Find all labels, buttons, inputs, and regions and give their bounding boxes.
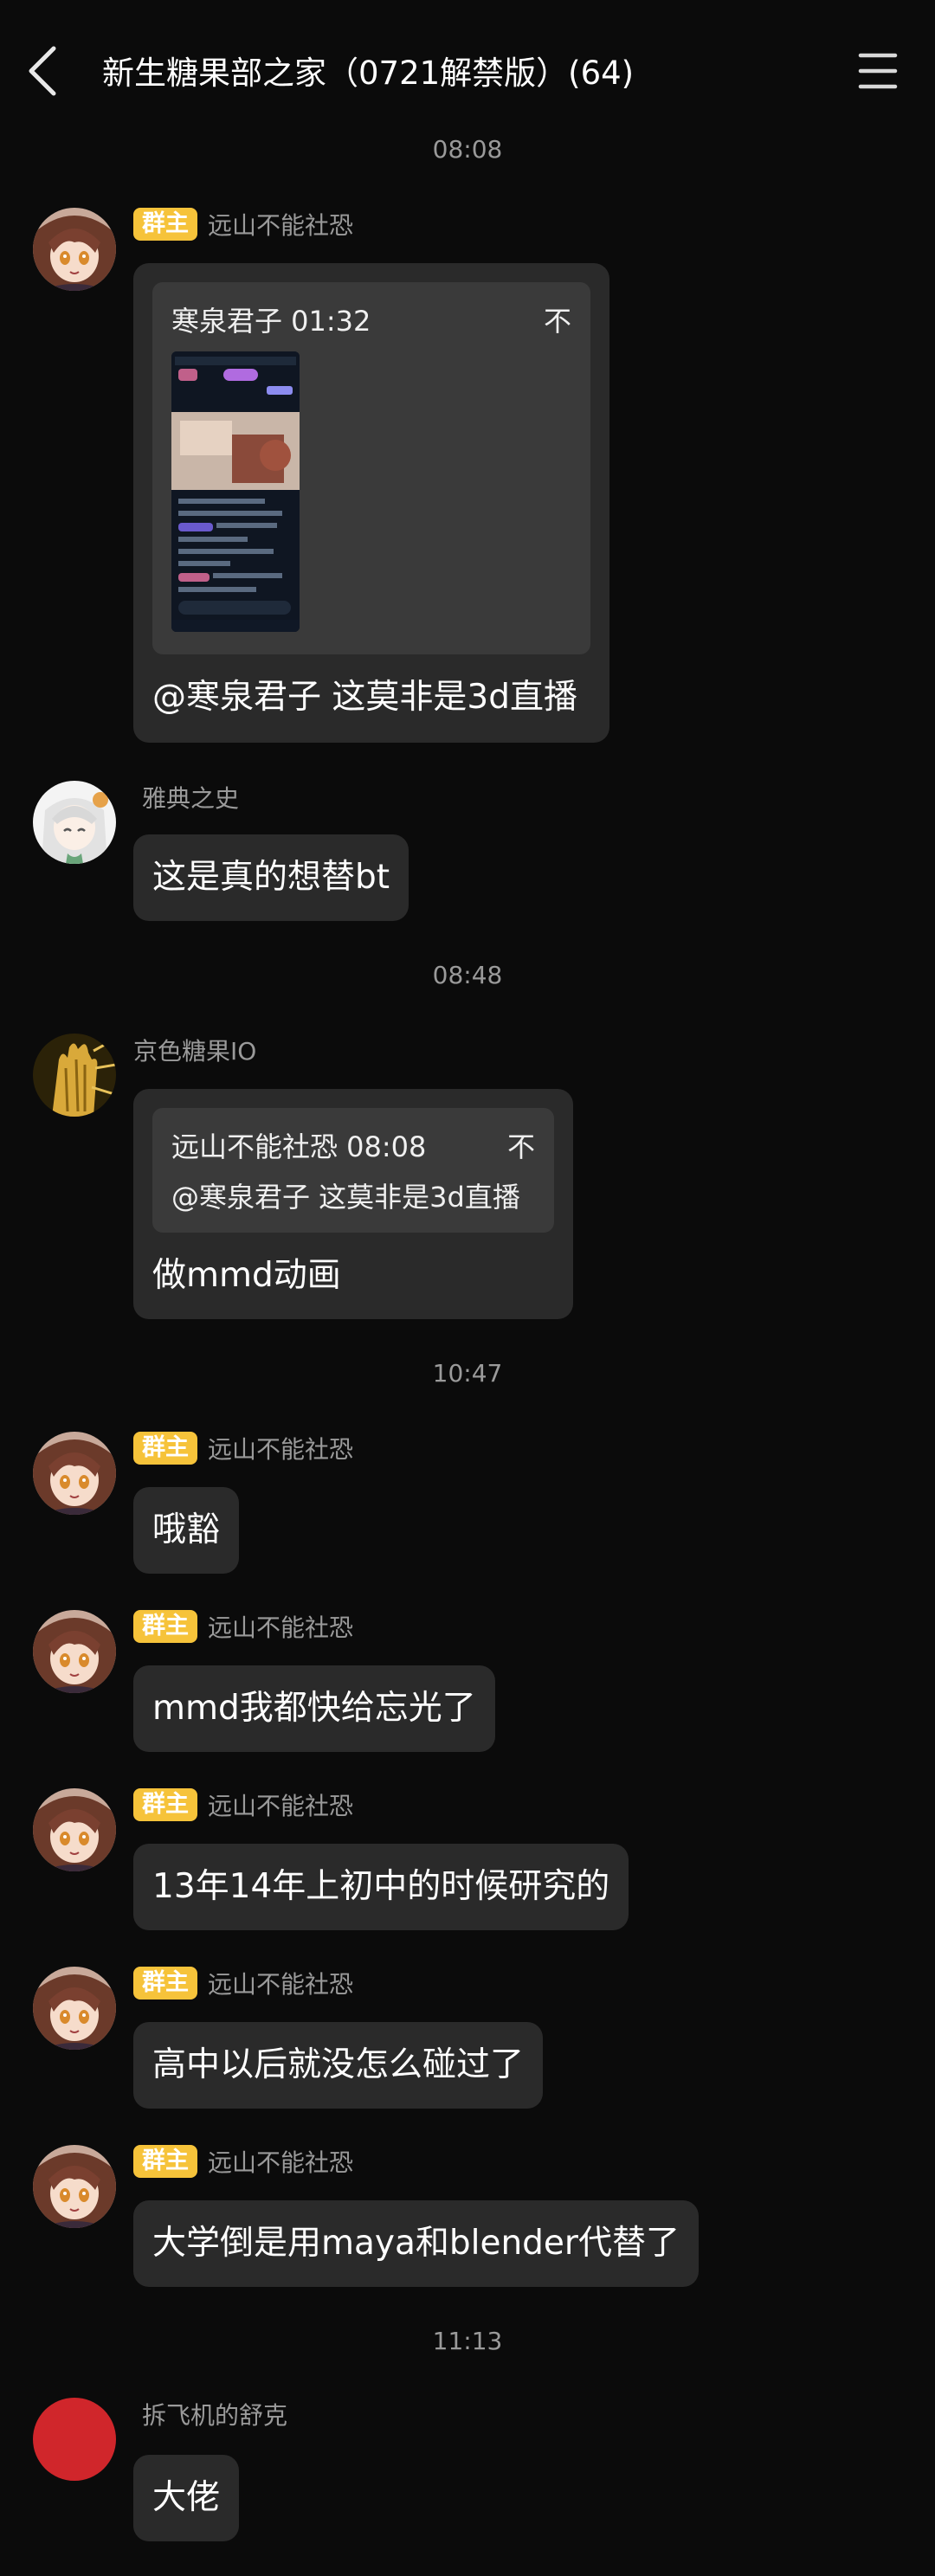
message-bubble[interactable]: 13年14年上初中的时候研究的 [133,1844,629,1930]
message-item: 群主 远山不能社恐 高中以后就没怎么碰过了 [0,1967,935,2110]
message-bubble[interactable]: mmd我都快给忘光了 [133,1665,495,1752]
sender-name[interactable]: 雅典之史 [142,780,239,815]
message-text: 大佬 [152,2478,221,2517]
sender-line: 群主 远山不能社恐 [133,208,353,241]
avatar[interactable] [33,1967,116,2050]
sender-line: 群主 远山不能社恐 [133,1610,353,1643]
message-bubble[interactable]: 哦豁 [133,1487,240,1574]
quote-header: 寒泉君子 01:32 [171,305,371,338]
sender-name[interactable]: 远山不能社恐 [208,1787,353,1822]
owner-badge: 群主 [133,1967,197,2000]
message-text: 高中以后就没怎么碰过了 [152,2045,525,2084]
message-bubble[interactable]: 高中以后就没怎么碰过了 [133,2022,544,2109]
sender-line: 拆飞机的舒克 [142,2398,287,2431]
quote-close-icon[interactable]: 不 [507,1125,535,1165]
sender-name[interactable]: 京色糖果IO [133,1033,256,1067]
sender-line: 京色糖果IO [133,1034,256,1066]
message-item: 群主 远山不能社恐 mmd我都快给忘光了 [0,1610,935,1754]
sender-line: 群主 远山不能社恐 [133,2145,353,2178]
timestamp: 08:48 [432,961,503,989]
message-text: 做mmd动画 [152,1256,341,1295]
sender-name[interactable]: 远山不能社恐 [208,1609,353,1644]
message-item: 群主 远山不能社恐 哦豁 [0,1432,935,1575]
avatar[interactable] [33,1432,116,1515]
message-bubble[interactable]: 大学倒是用maya和blender代替了 [133,2200,699,2287]
message-item: 京色糖果IO 远山不能社恐 08:08 不 @寒泉君子 这莫非是3d直播 做mm… [0,1034,935,1321]
sender-line: 群主 远山不能社恐 [133,1432,353,1465]
owner-badge: 群主 [133,2145,197,2178]
sender-line: 群主 远山不能社恐 [133,1788,353,1821]
message-bubble[interactable]: 这是真的想替bt [133,834,409,921]
quote-text: @寒泉君子 这莫非是3d直播 [171,1181,520,1214]
message-text: 这是真的想替bt [152,858,390,897]
timestamp: 08:08 [432,135,503,164]
message-text: @寒泉君子 这莫非是3d直播 [152,678,577,717]
sender-name[interactable]: 远山不能社恐 [208,1431,353,1465]
avatar[interactable] [33,208,116,291]
quoted-message[interactable]: 远山不能社恐 08:08 不 @寒泉君子 这莫非是3d直播 [152,1108,554,1233]
avatar[interactable] [33,2398,116,2481]
owner-badge: 群主 [133,1788,197,1821]
hamburger-menu-icon [858,53,898,89]
message-bubble[interactable]: 大佬 [133,2455,240,2541]
sender-name[interactable]: 远山不能社恐 [208,2144,353,2179]
timestamp: 11:13 [432,2327,503,2355]
avatar[interactable] [33,2145,116,2228]
message-text: 大学倒是用maya和blender代替了 [152,2224,680,2263]
owner-badge: 群主 [133,1432,197,1465]
sender-name[interactable]: 拆飞机的舒克 [142,2397,287,2431]
avatar[interactable] [33,1788,116,1871]
message-item: 群主 远山不能社恐 13年14年上初中的时候研究的 [0,1788,935,1932]
avatar[interactable] [33,781,116,864]
quoted-screenshot-thumbnail[interactable] [171,351,300,632]
message-bubble[interactable]: 寒泉君子 01:32 不 @寒泉君子 这莫非是3d直播 [133,263,609,743]
sender-line: 群主 远山不能社恐 [133,1967,353,2000]
avatar[interactable] [33,1610,116,1693]
message-text: 13年14年上初中的时候研究的 [152,1867,610,1906]
sender-name[interactable]: 远山不能社恐 [208,207,353,242]
chevron-left-icon [29,46,56,96]
message-bubble[interactable]: 远山不能社恐 08:08 不 @寒泉君子 这莫非是3d直播 做mmd动画 [133,1089,573,1319]
message-text: 哦豁 [152,1510,221,1549]
sender-line: 雅典之史 [142,781,239,814]
chat-title: 新生糖果部之家（0721解禁版）(64) [102,55,635,92]
owner-badge: 群主 [133,208,197,241]
message-item: 雅典之史 这是真的想替bt [0,781,935,923]
back-button[interactable] [23,42,74,102]
message-item: 群主 远山不能社恐 大学倒是用maya和blender代替了 [0,2145,935,2289]
quote-header: 远山不能社恐 08:08 [171,1130,427,1163]
top-bar: 新生糖果部之家（0721解禁版）(64) [0,0,935,138]
quote-close-icon[interactable]: 不 [544,299,571,339]
avatar[interactable] [33,1034,116,1117]
message-item: 群主 远山不能社恐 寒泉君子 01:32 不 @寒泉君子 这莫非是3d直播 [0,208,935,744]
message-item: 拆飞机的舒克 大佬 [0,2398,935,2543]
message-text: mmd我都快给忘光了 [152,1689,476,1728]
owner-badge: 群主 [133,1610,197,1643]
quoted-message[interactable]: 寒泉君子 01:32 不 [152,282,590,654]
menu-button[interactable] [855,50,900,92]
timestamp: 10:47 [432,1359,503,1388]
sender-name[interactable]: 远山不能社恐 [208,1966,353,2000]
